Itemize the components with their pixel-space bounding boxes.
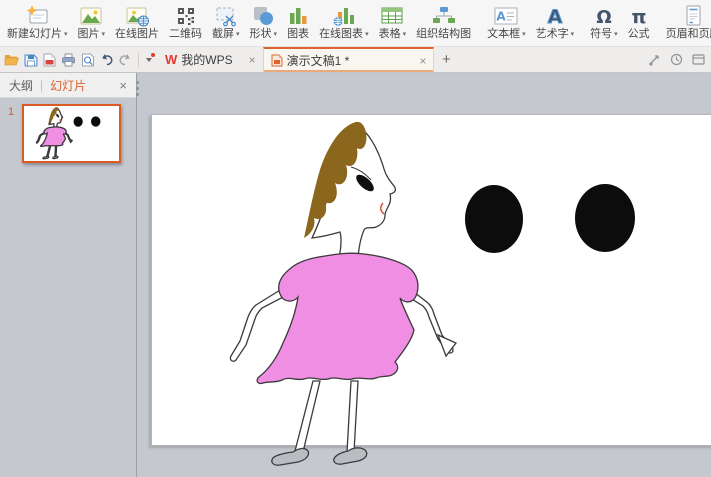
printer-icon <box>61 53 76 67</box>
chevron-down-icon: ▾ <box>102 28 106 41</box>
history-icon[interactable] <box>670 53 683 66</box>
chevron-down-icon: ▾ <box>403 28 407 41</box>
workspace: 大纲 | 幻灯片 × 1 <box>0 73 711 477</box>
screenshot-icon <box>214 3 238 28</box>
picture-button[interactable]: 图片▾ <box>73 0 111 46</box>
save-button[interactable] <box>22 51 39 69</box>
new-slide-icon <box>24 3 50 28</box>
svg-text:A: A <box>548 6 563 28</box>
formula-pi-icon: π <box>628 3 650 28</box>
redo-button[interactable] <box>117 51 134 69</box>
wordart-icon: A <box>544 3 566 28</box>
save-icon <box>24 53 38 67</box>
tab-label: 我的WPS <box>181 51 232 68</box>
header-footer-icon <box>682 3 704 28</box>
qrcode-button[interactable]: 二维码 <box>164 0 207 46</box>
slide-1-thumbnail[interactable] <box>22 104 121 163</box>
insert-ribbon: 新建幻灯片▾ 图片▾ 在线图片 <box>0 0 711 47</box>
online-chart-icon <box>332 3 356 28</box>
tab-label: 演示文稿1 * <box>287 52 350 69</box>
chart-button[interactable]: 图表 <box>282 0 314 46</box>
panel-tab-separator: | <box>40 78 43 92</box>
chevron-down-icon: ▾ <box>522 28 526 41</box>
tab-slides[interactable]: 幻灯片 <box>50 77 86 94</box>
table-button[interactable]: 表格▾ <box>374 0 412 46</box>
chevron-down-icon: ▾ <box>236 28 240 41</box>
screenshot-button[interactable]: 截屏▾ <box>207 0 245 46</box>
wps-logo: W <box>165 52 177 67</box>
formula-button[interactable]: π 公式 <box>623 0 655 46</box>
quick-access-toolbar <box>0 47 158 72</box>
org-chart-button[interactable]: 组织结构图 <box>411 0 476 46</box>
notification-dot <box>151 53 155 57</box>
tab-outline[interactable]: 大纲 <box>9 77 33 94</box>
svg-text:A: A <box>497 9 507 23</box>
svg-text:π: π <box>631 6 646 28</box>
svg-text:Ω: Ω <box>596 7 611 28</box>
open-file-button[interactable] <box>3 51 20 69</box>
presentation-file-icon <box>271 54 283 67</box>
chevron-down-icon: ▾ <box>64 28 68 41</box>
symbol-button[interactable]: Ω 符号▾ <box>585 0 623 46</box>
tab-my-wps[interactable]: W 我的WPS × <box>158 47 263 72</box>
chevron-down-icon: ▾ <box>614 28 618 41</box>
textbox-icon: A <box>493 3 519 28</box>
chart-icon <box>287 3 309 28</box>
shapes-button[interactable]: 形状▾ <box>245 0 283 46</box>
online-picture-icon <box>125 3 150 28</box>
online-picture-button[interactable]: 在线图片 <box>110 0 164 46</box>
slide-number-label: 1 <box>0 104 22 163</box>
slide-editing-area[interactable] <box>151 114 711 446</box>
panel-splitter-handle[interactable] <box>136 81 139 96</box>
print-preview-icon <box>81 53 95 67</box>
tab-bar-right-tools <box>648 47 711 72</box>
close-tab-icon[interactable]: × <box>249 53 256 67</box>
document-tab-bar: W 我的WPS × 演示文稿1 * × + <box>0 47 711 73</box>
undo-icon <box>99 53 114 66</box>
chevron-down-icon: ▾ <box>274 28 278 41</box>
slide-thumbnail-list: 1 <box>0 98 136 477</box>
redo-icon <box>118 53 133 66</box>
textbox-button[interactable]: A 文本框▾ <box>482 0 531 46</box>
undo-button[interactable] <box>98 51 115 69</box>
close-tab-icon[interactable]: × <box>419 54 426 68</box>
chevron-down-icon: ▾ <box>571 28 575 41</box>
print-button[interactable] <box>60 51 77 69</box>
print-preview-button[interactable] <box>79 51 96 69</box>
folder-open-icon <box>4 53 19 66</box>
tab-presentation1[interactable]: 演示文稿1 * × <box>263 47 435 72</box>
wordart-button[interactable]: A 艺术字▾ <box>531 0 580 46</box>
export-pdf-button[interactable] <box>41 51 58 69</box>
feedback-icon[interactable] <box>648 53 661 66</box>
online-chart-button[interactable]: 在线图表▾ <box>314 0 374 46</box>
toolbar-separator <box>138 53 139 67</box>
slide-panel-header: 大纲 | 幻灯片 × <box>0 73 136 98</box>
symbol-omega-icon: Ω <box>593 3 615 28</box>
wps-presentation-window: 新建幻灯片▾ 图片▾ 在线图片 <box>0 0 711 477</box>
slide-thumbnail-row: 1 <box>0 104 136 163</box>
chevron-down-icon: ▾ <box>365 28 369 41</box>
org-chart-icon <box>431 3 457 28</box>
header-footer-button[interactable]: 页眉和页脚 <box>661 0 711 46</box>
customize-quick-access-button[interactable] <box>142 51 156 69</box>
new-slide-label: 新建幻灯片 <box>7 28 62 41</box>
picture-icon <box>79 3 103 28</box>
chevron-down-icon <box>146 58 152 62</box>
slide-canvas[interactable] <box>137 73 711 477</box>
table-icon <box>380 3 404 28</box>
close-panel-icon[interactable]: × <box>119 78 127 93</box>
slide-panel: 大纲 | 幻灯片 × 1 <box>0 73 137 477</box>
tab-bar-spacer <box>458 47 648 72</box>
new-tab-button[interactable]: + <box>434 47 458 72</box>
shapes-icon <box>251 3 275 28</box>
pdf-icon <box>43 53 56 67</box>
slide-drawing[interactable] <box>152 115 711 477</box>
qrcode-icon <box>175 3 197 28</box>
window-layout-icon[interactable] <box>692 53 705 66</box>
new-slide-button[interactable]: 新建幻灯片▾ <box>2 0 73 46</box>
